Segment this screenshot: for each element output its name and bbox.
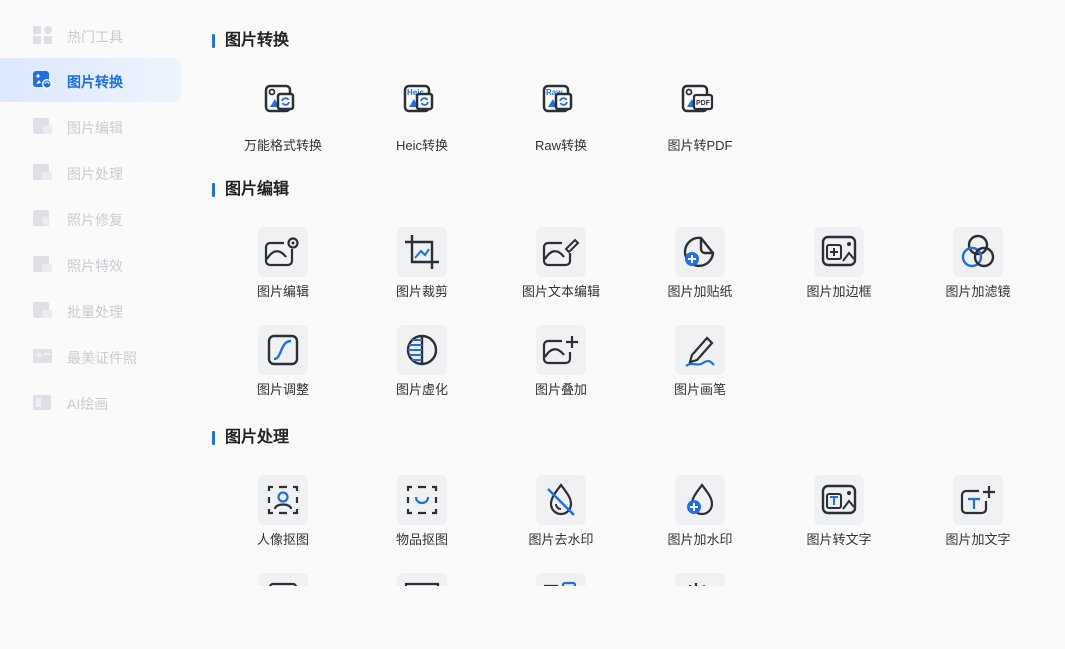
tool-label: 图片转PDF: [667, 138, 733, 153]
sidebar-item-image-edit[interactable]: 图片编辑: [0, 104, 181, 148]
tool-border[interactable]: 图片加边框: [779, 227, 899, 309]
tool-label: 人像抠图: [256, 532, 309, 547]
tool-add-text[interactable]: 图片加文字: [918, 475, 1038, 557]
tool-image-to-pdf[interactable]: PDF 图片转PDF: [640, 81, 760, 163]
filter-icon: [953, 227, 1003, 277]
tool-icon-partial[interactable]: [675, 573, 725, 586]
tool-label: 图片加边框: [806, 284, 872, 299]
sidebar-item-photo-effects[interactable]: 照片特效: [0, 242, 181, 286]
tool-label: Raw转换: [534, 138, 587, 153]
sidebar-item-label: AI绘画: [67, 396, 109, 412]
sidebar-item-image-convert[interactable]: 图片转换: [0, 58, 181, 102]
sidebar-item-label: 图片处理: [67, 166, 123, 182]
tool-label: 万能格式转换: [243, 138, 322, 153]
add-text-icon: [953, 475, 1003, 525]
tool-label: 图片文本编辑: [521, 284, 600, 299]
tool-label: 图片加文字: [945, 532, 1011, 547]
sidebar-item-batch-process[interactable]: 批量处理: [0, 288, 181, 332]
hot-tools-icon: [33, 26, 52, 44]
image-edit-icon: [33, 118, 52, 134]
image-convert-icon: [33, 71, 52, 89]
portrait-cutout-icon: [258, 475, 308, 525]
universal-convert-icon: [258, 81, 308, 131]
border-icon: [814, 227, 864, 277]
sidebar-item-label: 照片修复: [67, 212, 123, 228]
tool-sticker[interactable]: 图片加贴纸: [640, 227, 760, 309]
tool-heic-convert[interactable]: Heic Heic转换: [362, 81, 482, 163]
batch-process-icon: [33, 302, 52, 318]
tool-blur[interactable]: 图片虚化: [362, 325, 482, 407]
tool-add-watermark[interactable]: 图片加水印: [640, 475, 760, 557]
tool-universal-convert[interactable]: 万能格式转换: [223, 81, 343, 163]
tool-label: 物品抠图: [395, 532, 448, 547]
photo-effects-icon: [33, 256, 52, 272]
add-watermark-icon: [675, 475, 725, 525]
ai-painting-icon: [33, 395, 51, 410]
tool-icon-partial[interactable]: [536, 573, 586, 586]
remove-watermark-icon: [536, 475, 586, 525]
tool-label: 图片加滤镜: [945, 284, 1011, 299]
sidebar-item-label: 热门工具: [67, 29, 123, 45]
scroll-viewport-bottom: [190, 568, 1065, 586]
tool-icon-partial[interactable]: [258, 573, 308, 586]
image-process-icon: [33, 164, 52, 180]
tool-filter[interactable]: 图片加滤镜: [918, 227, 1038, 309]
raw-convert-icon: Raw: [536, 81, 586, 131]
tool-label: 图片加贴纸: [667, 284, 733, 299]
text-edit-icon: [536, 227, 586, 277]
image-to-text-icon: [814, 475, 864, 525]
tool-label: 图片调整: [256, 382, 309, 397]
heic-convert-icon: Heic: [397, 81, 447, 131]
section-title-edit: 图片编辑: [212, 181, 289, 199]
tool-label: 图片转文字: [806, 532, 872, 547]
sidebar-item-label: 照片特效: [67, 258, 123, 274]
brush-icon: [675, 325, 725, 375]
image-to-pdf-icon: PDF: [675, 81, 725, 131]
tool-label: Heic转换: [395, 138, 448, 153]
image-edit-gear-icon: [258, 227, 308, 277]
tool-brush[interactable]: 图片画笔: [640, 325, 760, 407]
tool-label: 图片去水印: [528, 532, 594, 547]
object-cutout-icon: [397, 475, 447, 525]
tool-label: 图片虚化: [395, 382, 448, 397]
overlay-icon: [536, 325, 586, 375]
tool-label: 图片编辑: [256, 284, 309, 299]
svg-text:PDF: PDF: [696, 100, 711, 107]
sidebar-item-label: 图片转换: [67, 74, 123, 90]
tool-overlay[interactable]: 图片叠加: [501, 325, 621, 407]
tool-remove-watermark[interactable]: 图片去水印: [501, 475, 621, 557]
sidebar: 热门工具 图片转换 图片编辑 图片处理 照片修复 照片特效 批量处理 最美证件照…: [0, 0, 190, 649]
tool-label: 图片画笔: [673, 382, 726, 397]
sidebar-item-label: 批量处理: [67, 304, 123, 320]
id-photo-icon: [33, 349, 52, 363]
sidebar-item-id-photo[interactable]: 最美证件照: [0, 334, 181, 378]
tool-crop[interactable]: 图片裁剪: [362, 227, 482, 309]
sidebar-item-label: 最美证件照: [67, 350, 137, 366]
tool-label: 图片加水印: [667, 532, 733, 547]
tool-object-cutout[interactable]: 物品抠图: [362, 475, 482, 557]
tool-adjust[interactable]: 图片调整: [223, 325, 343, 407]
section-title-process: 图片处理: [212, 429, 289, 447]
tool-portrait-cutout[interactable]: 人像抠图: [223, 475, 343, 557]
blur-icon: [397, 325, 447, 375]
sidebar-item-hot-tools[interactable]: 热门工具: [0, 13, 181, 57]
tool-raw-convert[interactable]: Raw Raw转换: [501, 81, 621, 163]
photo-repair-icon: [33, 210, 50, 226]
sticker-icon: [675, 227, 725, 277]
sidebar-item-image-process[interactable]: 图片处理: [0, 150, 181, 194]
crop-icon: [397, 227, 447, 277]
adjust-curve-icon: [258, 325, 308, 375]
tool-image-to-text[interactable]: 图片转文字: [779, 475, 899, 557]
tool-label: 图片叠加: [534, 382, 587, 397]
sidebar-item-ai-painting[interactable]: AI绘画: [0, 380, 181, 424]
tool-image-edit[interactable]: 图片编辑: [223, 227, 343, 309]
section-title-convert: 图片转换: [212, 32, 289, 50]
sidebar-item-label: 图片编辑: [67, 120, 123, 136]
tool-icon-partial[interactable]: [397, 573, 447, 586]
sidebar-item-photo-repair[interactable]: 照片修复: [0, 196, 181, 240]
tool-label: 图片裁剪: [395, 284, 448, 299]
tool-text-edit[interactable]: 图片文本编辑: [501, 227, 621, 309]
